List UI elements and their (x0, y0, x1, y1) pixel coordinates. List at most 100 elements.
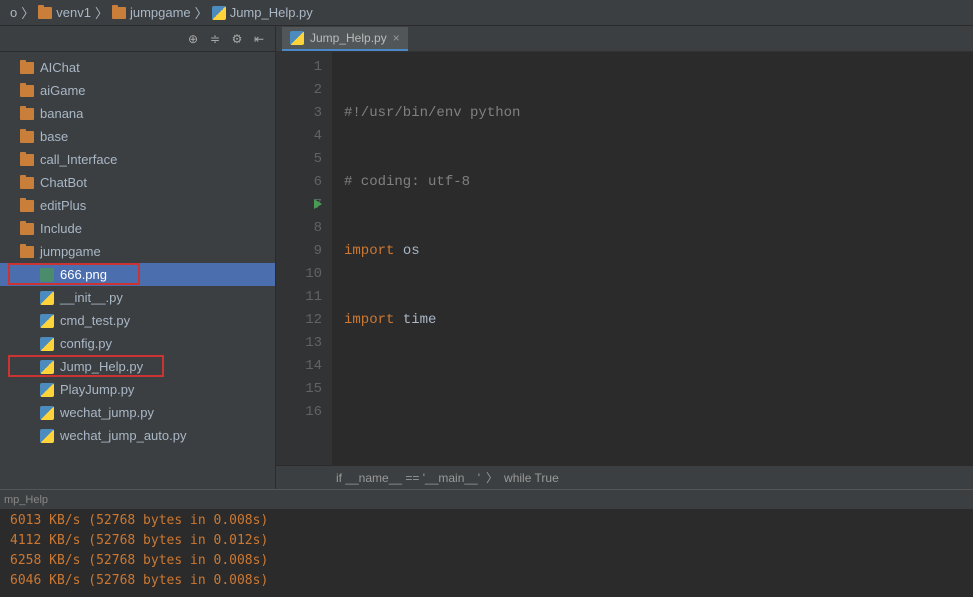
editor-panel: Jump_Help.py × 12345678910111213141516 #… (276, 26, 973, 489)
folder-icon (20, 108, 34, 120)
console-line: 4112 KB/s (52768 bytes in 0.012s) (10, 533, 963, 553)
tree-item-config-py[interactable]: config.py (0, 332, 275, 355)
code-text: os (394, 243, 419, 259)
py-icon (40, 360, 54, 374)
breadcrumb-item[interactable]: jumpgame (108, 5, 195, 20)
tree-label: __init__.py (60, 290, 123, 305)
chevron-right-icon: 〉 (486, 469, 498, 486)
folder-icon (20, 246, 34, 258)
tree-item-ChatBot[interactable]: ChatBot (0, 171, 275, 194)
line-number: 5 (276, 148, 322, 171)
py-icon (40, 429, 54, 443)
tree-label: base (40, 129, 68, 144)
folder-icon (20, 62, 34, 74)
tree-item-Jump_Help-py[interactable]: Jump_Help.py (0, 355, 275, 378)
tree-label: aiGame (40, 83, 86, 98)
hide-icon[interactable]: ⇤ (251, 31, 267, 47)
tree-item-__init__-py[interactable]: __init__.py (0, 286, 275, 309)
tree-item-AIChat[interactable]: AIChat (0, 56, 275, 79)
line-number: 14 (276, 355, 322, 378)
tree-item-editPlus[interactable]: editPlus (0, 194, 275, 217)
tree-item-PlayJump-py[interactable]: PlayJump.py (0, 378, 275, 401)
tree-item-call_Interface[interactable]: call_Interface (0, 148, 275, 171)
tree-label: AIChat (40, 60, 80, 75)
breadcrumb-label: jumpgame (130, 5, 191, 20)
img-icon (40, 268, 54, 282)
code-text: import (344, 312, 394, 328)
code-text: import (344, 243, 394, 259)
py-icon (40, 314, 54, 328)
py-icon (40, 337, 54, 351)
code-area[interactable]: #!/usr/bin/env python # coding: utf-8 im… (332, 52, 973, 465)
code-breadcrumb[interactable]: if __name__ == '__main__' 〉 while True (276, 465, 973, 489)
line-gutter[interactable]: 12345678910111213141516 (276, 52, 332, 465)
tab-jump-help[interactable]: Jump_Help.py × (282, 27, 408, 51)
python-icon (212, 6, 226, 20)
editor-tabs: Jump_Help.py × (276, 26, 973, 52)
breadcrumb-o[interactable]: o (6, 5, 21, 20)
line-number: 15 (276, 378, 322, 401)
tree-label: banana (40, 106, 83, 121)
line-number: 10 (276, 263, 322, 286)
code-text: #!/usr/bin/env python (344, 105, 520, 121)
tree-label: 666.png (60, 267, 107, 282)
breadcrumb-item[interactable]: Jump_Help.py (208, 5, 317, 20)
breadcrumb-label: Jump_Help.py (230, 5, 313, 20)
code-text: time (394, 312, 436, 328)
tree-label: wechat_jump.py (60, 405, 154, 420)
line-number: 2 (276, 79, 322, 102)
tree-label: config.py (60, 336, 112, 351)
folder-icon (20, 154, 34, 166)
line-number: 6 (276, 171, 322, 194)
tree-item-banana[interactable]: banana (0, 102, 275, 125)
line-number: 1 (276, 56, 322, 79)
tree-item-jumpgame[interactable]: jumpgame (0, 240, 275, 263)
folder-icon (20, 131, 34, 143)
crumb2-b: while True (504, 471, 559, 485)
gear-icon[interactable]: ⚙ (229, 31, 245, 47)
tree-item-base[interactable]: base (0, 125, 275, 148)
locate-icon[interactable]: ⊕ (185, 31, 201, 47)
py-icon (40, 291, 54, 305)
console-header[interactable]: mp_Help (0, 489, 973, 509)
tab-label: Jump_Help.py (310, 31, 387, 45)
tree-label: cmd_test.py (60, 313, 130, 328)
line-number: 12 (276, 309, 322, 332)
console-output[interactable]: 6013 KB/s (52768 bytes in 0.008s)4112 KB… (0, 509, 973, 597)
folder-icon (112, 7, 126, 19)
crumb2-a: if __name__ == '__main__' (336, 471, 480, 485)
tree-label: jumpgame (40, 244, 101, 259)
file-tree[interactable]: AIChat aiGame banana base call_Interface Chat… (0, 52, 275, 489)
line-number: 8 (276, 217, 322, 240)
tree-label: call_Interface (40, 152, 117, 167)
line-number: 11 (276, 286, 322, 309)
tree-item-cmd_test-py[interactable]: cmd_test.py (0, 309, 275, 332)
chevron-right-icon: 〉 (95, 3, 108, 22)
sidebar-toolbar: ⊕ ≑ ⚙ ⇤ (0, 26, 275, 52)
breadcrumb-item[interactable]: venv1 (34, 5, 95, 20)
tree-item-666-png[interactable]: 666.png (0, 263, 275, 286)
line-number: 3 (276, 102, 322, 125)
line-number: 13 (276, 332, 322, 355)
folder-icon (20, 223, 34, 235)
tree-item-aiGame[interactable]: aiGame (0, 79, 275, 102)
chevron-right-icon: 〉 (21, 3, 34, 22)
tree-label: Include (40, 221, 82, 236)
collapse-icon[interactable]: ≑ (207, 31, 223, 47)
close-icon[interactable]: × (393, 31, 400, 45)
line-number: 16 (276, 401, 322, 424)
run-gutter-icon[interactable] (314, 199, 322, 209)
tree-label: wechat_jump_auto.py (60, 428, 186, 443)
folder-icon (20, 200, 34, 212)
console-line: 6046 KB/s (52768 bytes in 0.008s) (10, 573, 963, 593)
tree-item-wechat_jump_auto-py[interactable]: wechat_jump_auto.py (0, 424, 275, 447)
project-sidebar: ⊕ ≑ ⚙ ⇤ AIChat aiGame banana base call_Inter… (0, 26, 276, 489)
console-line: 6013 KB/s (52768 bytes in 0.008s) (10, 513, 963, 533)
folder-icon (38, 7, 52, 19)
python-icon (290, 31, 304, 45)
breadcrumb: o 〉 venv1 〉 jumpgame 〉 Jump_Help.py (0, 0, 973, 26)
tree-item-wechat_jump-py[interactable]: wechat_jump.py (0, 401, 275, 424)
tree-item-Include[interactable]: Include (0, 217, 275, 240)
folder-icon (20, 85, 34, 97)
py-icon (40, 406, 54, 420)
